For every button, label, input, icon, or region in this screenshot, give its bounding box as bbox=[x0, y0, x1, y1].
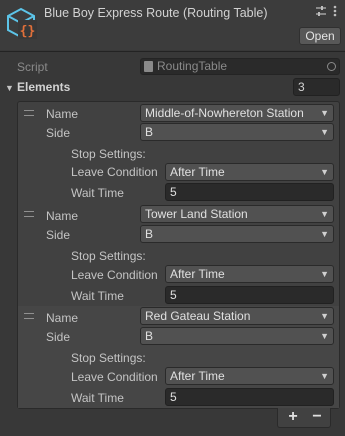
side-dropdown[interactable]: B ▼ bbox=[140, 225, 334, 243]
name-dropdown[interactable]: Red Gateau Station ▼ bbox=[140, 307, 334, 325]
stop-settings-label: Stop Settings: bbox=[71, 249, 146, 263]
wait-time-label: Wait Time bbox=[71, 186, 124, 200]
chevron-down-icon: ▼ bbox=[320, 127, 329, 137]
drag-handle-icon[interactable] bbox=[24, 110, 34, 116]
name-value: Middle-of-Nowhereton Station bbox=[145, 106, 304, 120]
leave-condition-label: Leave Condition bbox=[71, 370, 158, 384]
drag-handle-icon[interactable] bbox=[24, 211, 34, 217]
wait-time-field[interactable]: 5 bbox=[165, 286, 334, 304]
chevron-down-icon: ▼ bbox=[320, 108, 329, 118]
foldout-arrow-icon[interactable]: ▼ bbox=[5, 83, 14, 93]
name-dropdown[interactable]: Tower Land Station ▼ bbox=[140, 205, 334, 223]
leave-condition-label: Leave Condition bbox=[71, 268, 158, 282]
chevron-down-icon: ▼ bbox=[320, 209, 329, 219]
chevron-down-icon: ▼ bbox=[320, 167, 329, 177]
add-element-button[interactable]: + bbox=[281, 408, 305, 426]
list-item: Name Red Gateau Station ▼ Side B ▼ Stop … bbox=[18, 306, 339, 408]
leave-condition-value: After Time bbox=[170, 165, 225, 179]
name-label: Name bbox=[46, 209, 79, 223]
header-divider bbox=[0, 51, 345, 52]
name-value: Tower Land Station bbox=[145, 207, 248, 221]
inspector-title: Blue Boy Express Route (Routing Table) bbox=[44, 6, 268, 20]
script-label: Script bbox=[17, 60, 48, 74]
leave-condition-label: Leave Condition bbox=[71, 165, 158, 179]
more-options-icon[interactable] bbox=[328, 4, 342, 18]
script-value: RoutingTable bbox=[157, 59, 228, 73]
chevron-down-icon: ▼ bbox=[320, 371, 329, 381]
stop-settings-label: Stop Settings: bbox=[71, 147, 146, 161]
chevron-down-icon: ▼ bbox=[320, 331, 329, 341]
name-dropdown[interactable]: Middle-of-Nowhereton Station ▼ bbox=[140, 104, 334, 122]
sliders-icon[interactable] bbox=[314, 4, 328, 18]
list-item: Name Middle-of-Nowhereton Station ▼ Side… bbox=[18, 102, 339, 204]
wait-time-field[interactable]: 5 bbox=[165, 183, 334, 201]
chevron-down-icon: ▼ bbox=[320, 229, 329, 239]
side-dropdown[interactable]: B ▼ bbox=[140, 123, 334, 141]
leave-condition-dropdown[interactable]: After Time ▼ bbox=[165, 163, 334, 181]
script-file-icon bbox=[144, 61, 153, 72]
drag-handle-icon[interactable] bbox=[24, 313, 34, 319]
stop-settings-label: Stop Settings: bbox=[71, 351, 146, 365]
side-label: Side bbox=[46, 228, 71, 242]
side-dropdown[interactable]: B ▼ bbox=[140, 327, 334, 345]
leave-condition-value: After Time bbox=[170, 267, 225, 281]
script-field[interactable]: RoutingTable bbox=[140, 58, 340, 75]
leave-condition-value: After Time bbox=[170, 369, 225, 383]
list-footer: + − bbox=[277, 408, 331, 428]
side-value: B bbox=[145, 329, 154, 343]
open-button[interactable]: Open bbox=[299, 27, 341, 45]
inspector-header: {} Blue Boy Express Route (Routing Table… bbox=[0, 0, 345, 50]
name-label: Name bbox=[46, 107, 79, 121]
leave-condition-dropdown[interactable]: After Time ▼ bbox=[165, 265, 334, 283]
chevron-down-icon: ▼ bbox=[320, 311, 329, 321]
wait-time-field[interactable]: 5 bbox=[165, 388, 334, 406]
side-label: Side bbox=[46, 126, 71, 140]
side-value: B bbox=[145, 125, 154, 139]
leave-condition-dropdown[interactable]: After Time ▼ bbox=[165, 367, 334, 385]
list-item: Name Tower Land Station ▼ Side B ▼ Stop … bbox=[18, 204, 339, 306]
elements-label: Elements bbox=[17, 80, 71, 94]
object-picker-icon[interactable] bbox=[327, 62, 336, 71]
elements-list: Name Middle-of-Nowhereton Station ▼ Side… bbox=[17, 101, 340, 409]
name-label: Name bbox=[46, 311, 79, 325]
svg-text:{}: {} bbox=[20, 24, 36, 39]
script-asset-icon: {} bbox=[7, 7, 37, 39]
wait-time-label: Wait Time bbox=[71, 391, 124, 405]
wait-time-label: Wait Time bbox=[71, 289, 124, 303]
chevron-down-icon: ▼ bbox=[320, 269, 329, 279]
side-label: Side bbox=[46, 330, 71, 344]
side-value: B bbox=[145, 227, 154, 241]
remove-element-button[interactable]: − bbox=[305, 408, 329, 426]
elements-count-field[interactable]: 3 bbox=[293, 78, 340, 96]
name-value: Red Gateau Station bbox=[145, 309, 251, 323]
